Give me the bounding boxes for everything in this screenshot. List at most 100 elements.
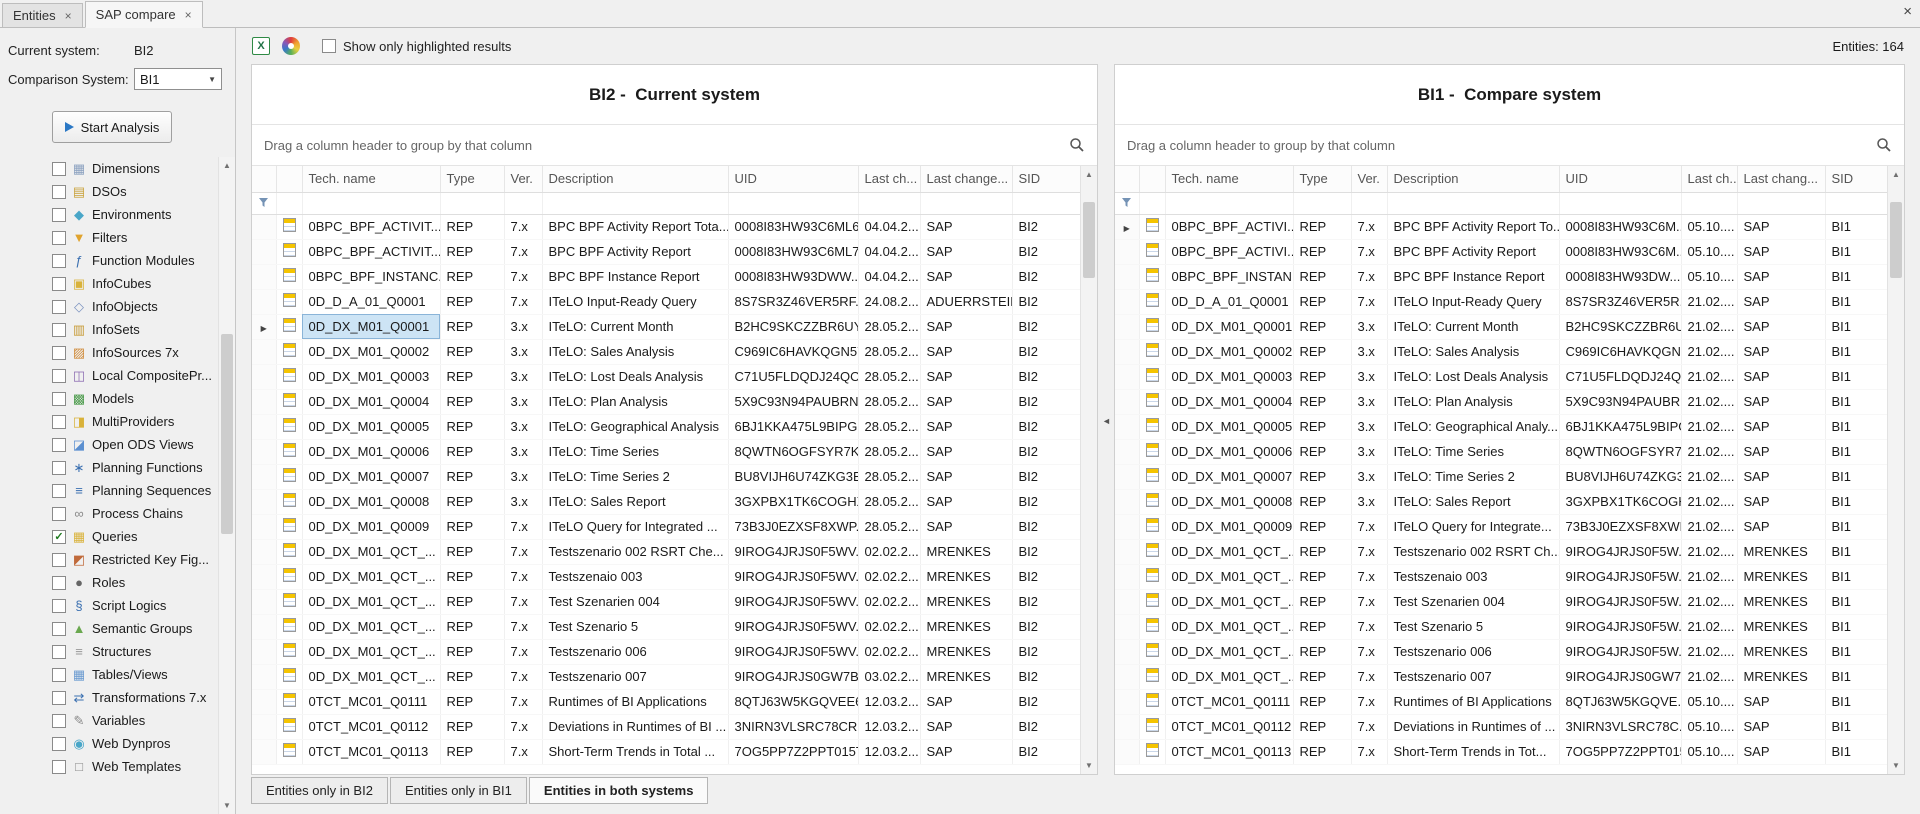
table-row[interactable]: ▶0BPC_BPF_ACTIVI...REP7.xBPC BPF Activit… [1115, 214, 1887, 239]
group-by-bar[interactable]: Drag a column header to group by that co… [1115, 124, 1904, 166]
checkbox-icon[interactable] [52, 392, 66, 406]
table-row[interactable]: 0D_DX_M01_Q0004REP3.xITeLO: Plan Analysi… [1115, 389, 1887, 414]
tree-item-infosources-7x[interactable]: ▨InfoSources 7x [0, 341, 217, 364]
panel-splitter[interactable]: ◄ [1098, 64, 1114, 775]
table-row[interactable]: 0D_DX_M01_Q0008REP3.xITeLO: Sales Report… [1115, 489, 1887, 514]
checkbox-icon[interactable] [52, 346, 66, 360]
tree-item-variables[interactable]: ✎Variables [0, 709, 217, 732]
close-icon[interactable]: × [185, 9, 192, 21]
column-header-description[interactable]: Description [1387, 166, 1559, 192]
table-row[interactable]: 0D_DX_M01_QCT_...REP7.xTestszenario 0079… [1115, 664, 1887, 689]
table-row[interactable]: 0D_DX_M01_QCT_...REP7.xTestszenario 002 … [1115, 539, 1887, 564]
table-row[interactable]: 0D_DX_M01_Q0002REP3.xITeLO: Sales Analys… [252, 339, 1080, 364]
table-row[interactable]: 0BPC_BPF_INSTANC...REP7.xBPC BPF Instanc… [252, 264, 1080, 289]
filter-row[interactable] [252, 192, 1080, 214]
tree-item-filters[interactable]: ▼Filters [0, 226, 217, 249]
checkbox-icon[interactable] [52, 553, 66, 567]
column-header-type[interactable]: Type [440, 166, 504, 192]
group-by-bar[interactable]: Drag a column header to group by that co… [252, 124, 1097, 166]
table-row[interactable]: 0D_DX_M01_Q0009REP7.xITeLO Query for Int… [1115, 514, 1887, 539]
table-row[interactable]: 0D_DX_M01_QCT_...REP7.xTest Szenarien 00… [252, 589, 1080, 614]
checkbox-icon[interactable] [52, 737, 66, 751]
table-row[interactable]: 0D_DX_M01_QCT_...REP7.xTestszenaio 0039I… [252, 564, 1080, 589]
table-row[interactable]: 0D_DX_M01_QCT_...REP7.xTestszenario 0079… [252, 664, 1080, 689]
column-header-last-changed-by[interactable]: Last change... [920, 166, 1012, 192]
tree-item-roles[interactable]: ●Roles [0, 571, 217, 594]
comparison-system-select[interactable]: BI1 ▼ [134, 68, 222, 90]
tree-item-planning-functions[interactable]: ∗Planning Functions [0, 456, 217, 479]
table-row[interactable]: 0D_DX_M01_Q0006REP3.xITeLO: Time Series8… [1115, 439, 1887, 464]
table-row[interactable]: 0D_DX_M01_Q0002REP3.xITeLO: Sales Analys… [1115, 339, 1887, 364]
tree-item-process-chains[interactable]: ∞Process Chains [0, 502, 217, 525]
checkbox-icon[interactable] [52, 369, 66, 383]
tab-sap-compare[interactable]: SAP compare × [85, 1, 203, 28]
table-row[interactable]: 0TCT_MC01_Q0113REP7.xShort-Term Trends i… [252, 739, 1080, 764]
checkbox-icon[interactable] [52, 254, 66, 268]
checkbox-icon[interactable] [52, 461, 66, 475]
checkbox-icon[interactable] [52, 185, 66, 199]
checkbox-icon[interactable] [52, 162, 66, 176]
column-header-last-changed[interactable]: Last ch... [858, 166, 920, 192]
table-row[interactable]: 0D_DX_M01_Q0008REP3.xITeLO: Sales Report… [252, 489, 1080, 514]
table-row[interactable]: 0D_DX_M01_QCT_...REP7.xTest Szenarien 00… [1115, 589, 1887, 614]
table-row[interactable]: 0TCT_MC01_Q0112REP7.xDeviations in Runti… [252, 714, 1080, 739]
table-row[interactable]: 0D_DX_M01_QCT_...REP7.xTest Szenario 59I… [252, 614, 1080, 639]
table-row[interactable]: 0BPC_BPF_INSTAN...REP7.xBPC BPF Instance… [1115, 264, 1887, 289]
table-row[interactable]: 0D_DX_M01_QCT_...REP7.xTestszenario 0069… [1115, 639, 1887, 664]
search-icon[interactable] [1069, 137, 1085, 153]
table-row[interactable]: 0BPC_BPF_ACTIVI...REP7.xBPC BPF Activity… [1115, 239, 1887, 264]
table-row[interactable]: 0D_DX_M01_Q0007REP3.xITeLO: Time Series … [1115, 464, 1887, 489]
checkbox-icon[interactable] [52, 576, 66, 590]
checkbox-icon[interactable] [52, 484, 66, 498]
column-header-version[interactable]: Ver. [1351, 166, 1387, 192]
column-header-last-changed[interactable]: Last ch... [1681, 166, 1737, 192]
checkbox-icon[interactable] [52, 323, 66, 337]
scrollbar-track[interactable] [1888, 183, 1904, 757]
scroll-down-icon[interactable]: ▼ [1888, 757, 1904, 774]
checkbox-icon[interactable]: ✓ [52, 530, 66, 544]
show-only-highlighted-checkbox[interactable]: Show only highlighted results [322, 39, 511, 54]
table-row[interactable]: 0TCT_MC01_Q0111REP7.xRuntimes of BI Appl… [1115, 689, 1887, 714]
checkbox-icon[interactable] [52, 599, 66, 613]
table-row[interactable]: 0D_DX_M01_QCT_...REP7.xTestszenario 0069… [252, 639, 1080, 664]
tree-item-environments[interactable]: ◆Environments [0, 203, 217, 226]
pinwheel-icon[interactable] [282, 37, 300, 55]
column-header-description[interactable]: Description [542, 166, 728, 192]
checkbox-icon[interactable] [52, 438, 66, 452]
scroll-down-icon[interactable]: ▼ [219, 797, 235, 814]
tree-item-structures[interactable]: ≡Structures [0, 640, 217, 663]
excel-export-icon[interactable]: X [252, 37, 270, 55]
tree-item-semantic-groups[interactable]: ▲Semantic Groups [0, 617, 217, 640]
search-icon[interactable] [1876, 137, 1892, 153]
tree-item-transformations-7-x[interactable]: ⇄Transformations 7.x [0, 686, 217, 709]
tree-item-local-compositepr[interactable]: ◫Local CompositePr... [0, 364, 217, 387]
collapse-left-icon[interactable]: ◄ [1102, 416, 1111, 426]
checkbox-icon[interactable] [52, 507, 66, 521]
header-icon-col[interactable] [1139, 166, 1165, 192]
column-header-tech-name[interactable]: Tech. name [302, 166, 440, 192]
close-icon[interactable]: × [1903, 4, 1912, 19]
grid-scrollbar[interactable]: ▲ ▼ [1887, 166, 1904, 774]
column-header-tech-name[interactable]: Tech. name [1165, 166, 1293, 192]
scroll-up-icon[interactable]: ▲ [1888, 166, 1904, 183]
tree-item-queries[interactable]: ✓▦Queries [0, 525, 217, 548]
scrollbar-track[interactable] [1081, 183, 1097, 757]
scroll-up-icon[interactable]: ▲ [1081, 166, 1097, 183]
column-header-last-changed-by[interactable]: Last chang... [1737, 166, 1825, 192]
checkbox-icon[interactable] [52, 622, 66, 636]
table-row[interactable]: 0D_DX_M01_Q0001REP3.xITeLO: Current Mont… [1115, 314, 1887, 339]
tree-item-dsos[interactable]: ▤DSOs [0, 180, 217, 203]
scrollbar-thumb[interactable] [1083, 202, 1095, 278]
close-icon[interactable]: × [65, 10, 72, 22]
table-row[interactable]: 0D_D_A_01_Q0001REP7.xITeLO Input-Ready Q… [252, 289, 1080, 314]
tree-item-restricted-key-fig[interactable]: ◩Restricted Key Fig... [0, 548, 217, 571]
start-analysis-button[interactable]: Start Analysis [52, 111, 172, 143]
table-row[interactable]: 0D_D_A_01_Q0001REP7.xITeLO Input-Ready Q… [1115, 289, 1887, 314]
tab-entities[interactable]: Entities × [2, 3, 83, 27]
tree-scrollbar[interactable]: ▲ ▼ [218, 157, 235, 814]
tab-entities-only-bi2[interactable]: Entities only in BI2 [251, 777, 388, 804]
tree-item-planning-sequences[interactable]: ≡Planning Sequences [0, 479, 217, 502]
table-row[interactable]: ▶0D_DX_M01_Q0001REP3.xITeLO: Current Mon… [252, 314, 1080, 339]
table-row[interactable]: 0BPC_BPF_ACTIVIT...REP7.xBPC BPF Activit… [252, 239, 1080, 264]
table-row[interactable]: 0TCT_MC01_Q0112REP7.xDeviations in Runti… [1115, 714, 1887, 739]
